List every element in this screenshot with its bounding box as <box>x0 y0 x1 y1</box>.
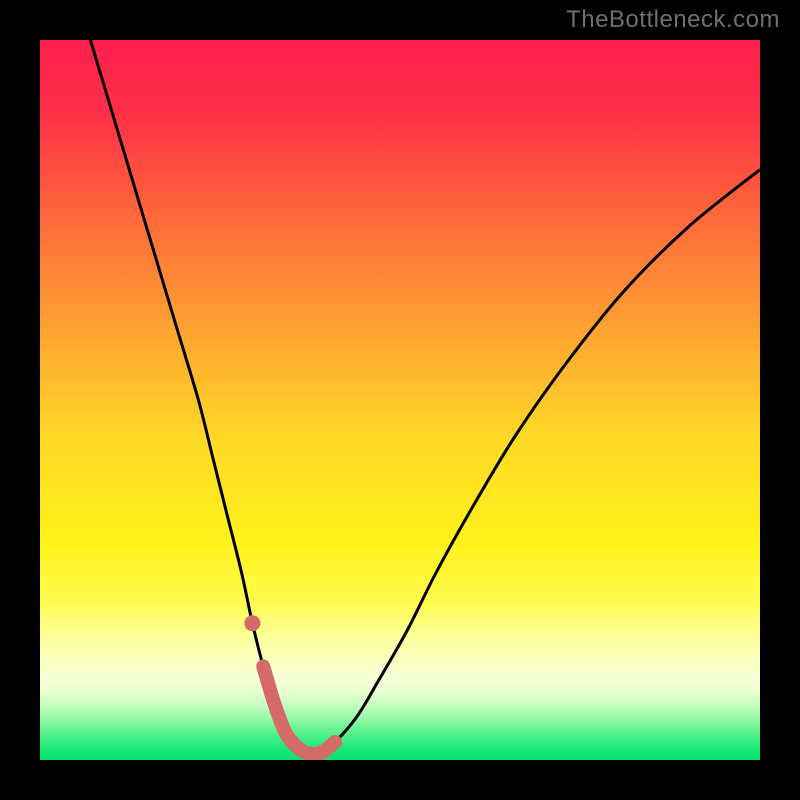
watermark-text: TheBottleneck.com <box>566 6 780 34</box>
highlight-dot <box>244 615 260 631</box>
chart-frame: TheBottleneck.com <box>0 0 800 800</box>
highlight-segment <box>263 666 335 754</box>
bottleneck-curve <box>40 40 760 760</box>
curve-path <box>90 40 760 754</box>
plot-area <box>40 40 760 760</box>
